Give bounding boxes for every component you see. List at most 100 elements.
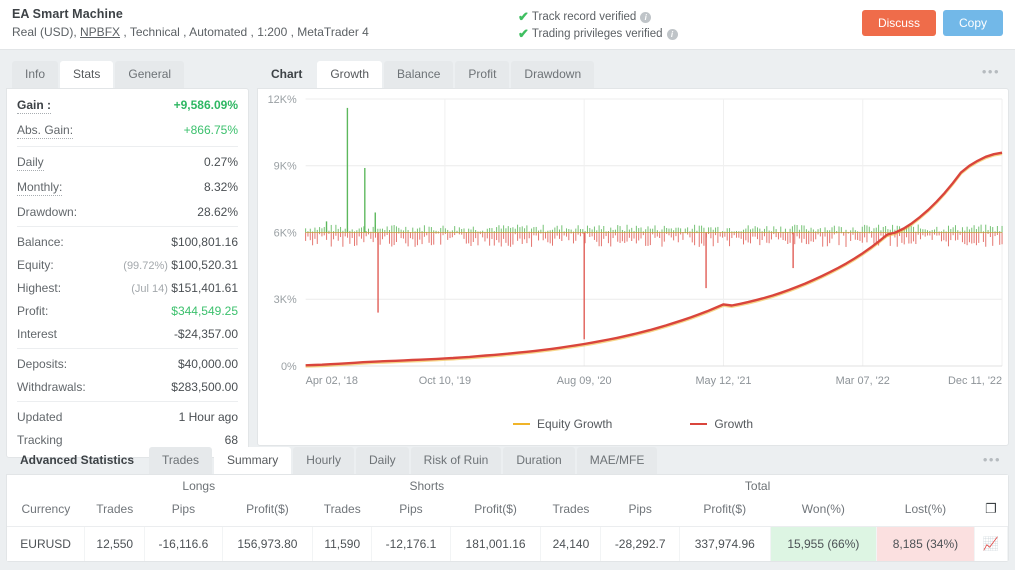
svg-text:0%: 0% — [281, 361, 297, 373]
tab-drawdown[interactable]: Drawdown — [511, 61, 595, 88]
tab-profit[interactable]: Profit — [455, 61, 510, 88]
copy-button[interactable]: Copy — [942, 10, 1003, 36]
stat-row-interest: Interest -$24,357.00 — [17, 322, 238, 345]
col-shorts-trades: Trades — [312, 494, 372, 527]
tab-hourly[interactable]: Hourly — [293, 447, 354, 474]
stat-row-gain: Gain : +9,586.09% — [17, 93, 238, 118]
stat-label-drawdown: Drawdown: — [17, 205, 78, 219]
tab-growth[interactable]: Growth — [317, 61, 383, 88]
stat-value-updated: 1 Hour ago — [178, 410, 238, 424]
group-header-icon-blank — [974, 475, 1007, 494]
tab-trades[interactable]: Trades — [149, 447, 212, 474]
stat-label-daily[interactable]: Daily — [17, 155, 44, 171]
legend-equity-growth[interactable]: Equity Growth — [512, 417, 612, 431]
advanced-statistics-panel: Advanced Statistics Trades Summary Hourl… — [0, 438, 1015, 562]
tab-stats[interactable]: Stats — [60, 61, 114, 88]
tab-duration[interactable]: Duration — [503, 447, 575, 474]
tab-risk-of-ruin[interactable]: Risk of Ruin — [410, 447, 502, 474]
col-total-pips: Pips — [600, 494, 680, 527]
stat-row-abs-gain: Abs. Gain: +866.75% — [17, 118, 238, 143]
cell-shorts-pips: -12,176.1 — [371, 526, 451, 561]
stat-value-balance: $100,801.16 — [171, 235, 238, 249]
tab-balance[interactable]: Balance — [384, 61, 454, 88]
col-currency: Currency — [7, 494, 85, 527]
stat-label-interest: Interest — [17, 327, 58, 341]
cell-total-pips: -28,292.7 — [600, 526, 680, 561]
legend-swatch-growth — [690, 423, 708, 425]
cell-longs-trades: 12,550 — [84, 526, 146, 561]
account-type: Real (USD), — [12, 25, 81, 39]
stat-value-deposits: $40,000.00 — [177, 357, 238, 371]
tab-chart[interactable]: Chart — [263, 61, 315, 88]
broker-link[interactable]: NPBFX — [80, 25, 120, 39]
svg-text:May 12, '21: May 12, '21 — [695, 375, 751, 387]
account-meta: Real (USD), NPBFX , Technical , Automate… — [12, 25, 1003, 39]
stat-value-interest: -$24,357.00 — [173, 327, 238, 341]
main-area: Info Stats General Gain : +9,586.09% Abs… — [0, 50, 1015, 458]
stats-card: Gain : +9,586.09% Abs. Gain: +866.75% Da… — [6, 88, 249, 458]
col-total-profit: Profit($) — [679, 494, 771, 527]
stat-row-deposits: Deposits: $40,000.00 — [17, 352, 238, 375]
stat-value-withdrawals: $283,500.00 — [171, 380, 238, 394]
info-icon[interactable]: i — [666, 29, 678, 40]
svg-text:Aug 09, '20: Aug 09, '20 — [557, 375, 612, 387]
tab-daily[interactable]: Daily — [355, 447, 409, 474]
stat-row-balance: Balance: $100,801.16 — [17, 230, 238, 253]
account-title: EA Smart Machine — [12, 7, 123, 21]
info-icon[interactable]: i — [640, 12, 652, 23]
cell-longs-pips: -16,116.6 — [144, 526, 223, 561]
stat-label-abs-gain[interactable]: Abs. Gain: — [17, 123, 74, 139]
stat-label-monthly[interactable]: Monthly: — [17, 180, 63, 196]
bottom-menu-icon[interactable]: ••• — [983, 452, 1001, 467]
stat-label-gain[interactable]: Gain : — [17, 98, 52, 114]
highest-date: (Jul 14) — [131, 283, 168, 295]
legend-growth[interactable]: Growth — [690, 417, 753, 431]
copy-icon[interactable]: ❐ — [974, 494, 1008, 527]
cell-shorts-profit: 181,001.16 — [450, 526, 542, 561]
legend-swatch-equity — [512, 423, 530, 425]
col-lost: Lost(%) — [876, 494, 975, 527]
chart-legend: Equity Growth Growth — [258, 417, 1008, 431]
stat-label-highest: Highest: — [17, 281, 62, 295]
cell-currency: EURUSD — [7, 526, 86, 561]
tab-general[interactable]: General — [115, 61, 185, 88]
svg-text:Mar 07, '22: Mar 07, '22 — [836, 375, 890, 387]
stat-row-updated: Updated 1 Hour ago — [17, 405, 238, 428]
cell-shorts-trades: 11,590 — [312, 526, 373, 561]
group-header-row: Longs Shorts Total — [7, 475, 1008, 494]
stat-value-monthly: 8.32% — [203, 180, 238, 194]
growth-chart-svg: 0% 3K% 6K% 9K% 12K% Apr 02, '18 Oct 10, '19 Aug… — [268, 94, 1003, 387]
svg-text:12K%: 12K% — [268, 94, 297, 106]
tab-advanced-statistics[interactable]: Advanced Statistics — [12, 447, 147, 474]
tab-info[interactable]: Info — [12, 61, 59, 88]
col-won: Won(%) — [770, 494, 877, 527]
discuss-button[interactable]: Discuss — [861, 10, 936, 36]
chart-icon[interactable]: 📈 — [974, 526, 1009, 561]
equity-percent: (99.72%) — [123, 260, 168, 272]
column-header-row: Currency Trades Pips Profit($) Trades Pi… — [7, 494, 1008, 527]
stat-row-equity: Equity: (99.72%) $100,520.31 — [17, 253, 238, 276]
trading-privileges-verified: ✔ Trading privileges verified i — [518, 26, 678, 42]
chart-menu-icon[interactable]: ••• — [982, 65, 1000, 79]
cell-longs-profit: 156,973.80 — [222, 526, 314, 561]
cell-total-trades: 24,140 — [540, 526, 602, 561]
group-header-shorts: Shorts — [409, 479, 445, 493]
divider — [17, 401, 238, 402]
table-row[interactable]: EURUSD 12,550 -16,116.6 156,973.80 11,59… — [7, 526, 1009, 561]
tab-summary[interactable]: Summary — [213, 447, 292, 474]
cell-won: 15,955 (66%) — [770, 526, 878, 561]
stat-value-daily: 0.27% — [203, 155, 238, 169]
tab-mae-mfe[interactable]: MAE/MFE — [576, 447, 658, 474]
highest-amount: $151,401.61 — [171, 281, 238, 295]
track-record-label: Track record verified — [531, 11, 637, 23]
track-record-verified: ✔ Track record verified i — [518, 9, 678, 25]
group-header-blank — [7, 475, 85, 494]
stat-label-balance: Balance: — [17, 235, 64, 249]
summary-table-head: Longs Shorts Total Currency Trades Pips … — [7, 475, 1008, 527]
cell-lost: 8,185 (34%) — [876, 526, 975, 561]
stat-label-profit: Profit: — [17, 304, 49, 318]
stat-row-withdrawals: Withdrawals: $283,500.00 — [17, 375, 238, 398]
stat-value-equity: (99.72%) $100,520.31 — [123, 258, 238, 272]
stat-label-updated: Updated — [17, 410, 63, 424]
divider — [17, 146, 238, 147]
